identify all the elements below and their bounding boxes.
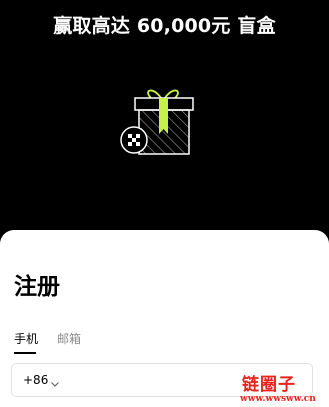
page-title: 注册 <box>14 274 60 300</box>
tab-phone[interactable]: 手机 <box>14 330 38 347</box>
tab-email[interactable]: 邮箱 <box>57 330 81 347</box>
chevron-down-icon[interactable] <box>50 374 60 387</box>
promo-title: 赢取高达 60,000元 盲盒 <box>53 15 276 37</box>
watermark-brand: 链圈子 <box>242 375 296 395</box>
tab-active-indicator <box>14 352 36 354</box>
country-code-select[interactable]: +86 <box>23 373 48 387</box>
gift-box-illustration <box>113 82 213 172</box>
watermark: 链圈子 www.wwsww.cn <box>240 370 324 406</box>
watermark-url: www.wwsww.cn <box>240 394 316 404</box>
